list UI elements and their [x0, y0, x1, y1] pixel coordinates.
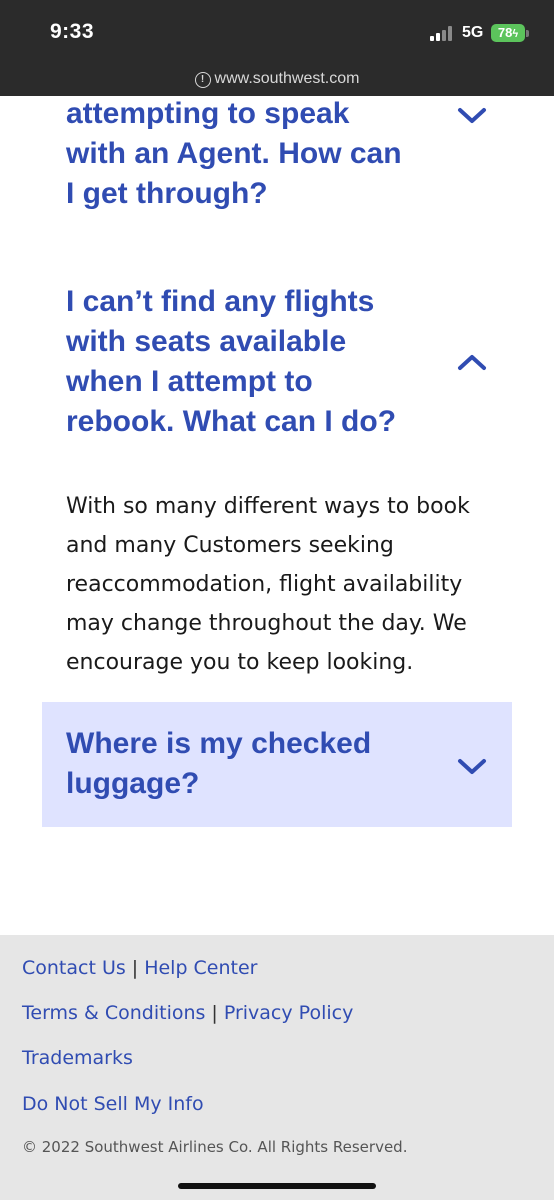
faq-question[interactable]: Where is my checked luggage?	[66, 724, 446, 804]
trademarks-link[interactable]: Trademarks	[22, 1047, 133, 1069]
home-indicator[interactable]	[178, 1183, 376, 1189]
terms-link[interactable]: Terms & Conditions	[22, 1002, 205, 1024]
chevron-down-icon[interactable]	[457, 106, 487, 126]
info-icon: !	[194, 72, 211, 88]
contact-us-link[interactable]: Contact Us	[22, 957, 126, 979]
privacy-policy-link[interactable]: Privacy Policy	[224, 1002, 353, 1024]
footer-separator: |	[211, 1002, 218, 1024]
faq-question[interactable]: I can’t find any flights with seats avai…	[66, 282, 446, 442]
battery-icon: 78ϟ	[491, 24, 525, 42]
battery-cap	[526, 30, 529, 37]
faq-answer: With so many different ways to book and …	[66, 494, 470, 675]
do-not-sell-link[interactable]: Do Not Sell My Info	[22, 1093, 204, 1115]
network-type: 5G	[462, 24, 484, 41]
footer-row: Contact Us | Help Center	[22, 957, 258, 979]
footer: Contact Us | Help Center Terms & Condition…	[0, 935, 554, 1200]
url-bar[interactable]: ! www.southwest.com	[0, 70, 554, 88]
status-time: 9:33	[50, 20, 95, 43]
url-text: www.southwest.com	[214, 70, 360, 87]
copyright-text: © 2022 Southwest Airlines Co. All Rights…	[22, 1138, 408, 1156]
faq-question[interactable]: attempting to speak with an Agent. How c…	[66, 94, 446, 214]
help-center-link[interactable]: Help Center	[144, 957, 257, 979]
chevron-down-icon[interactable]	[457, 757, 487, 777]
signal-icon	[430, 25, 454, 41]
battery-level: 78	[497, 25, 513, 40]
footer-separator: |	[131, 957, 139, 979]
chevron-up-icon[interactable]	[457, 352, 487, 372]
status-bar: 9:33 5G 78ϟ ! www.southwest.com	[0, 0, 554, 96]
footer-row: Terms & Conditions | Privacy Policy	[22, 1002, 353, 1024]
faq-item[interactable]: Where is my checked luggage?	[42, 702, 512, 827]
